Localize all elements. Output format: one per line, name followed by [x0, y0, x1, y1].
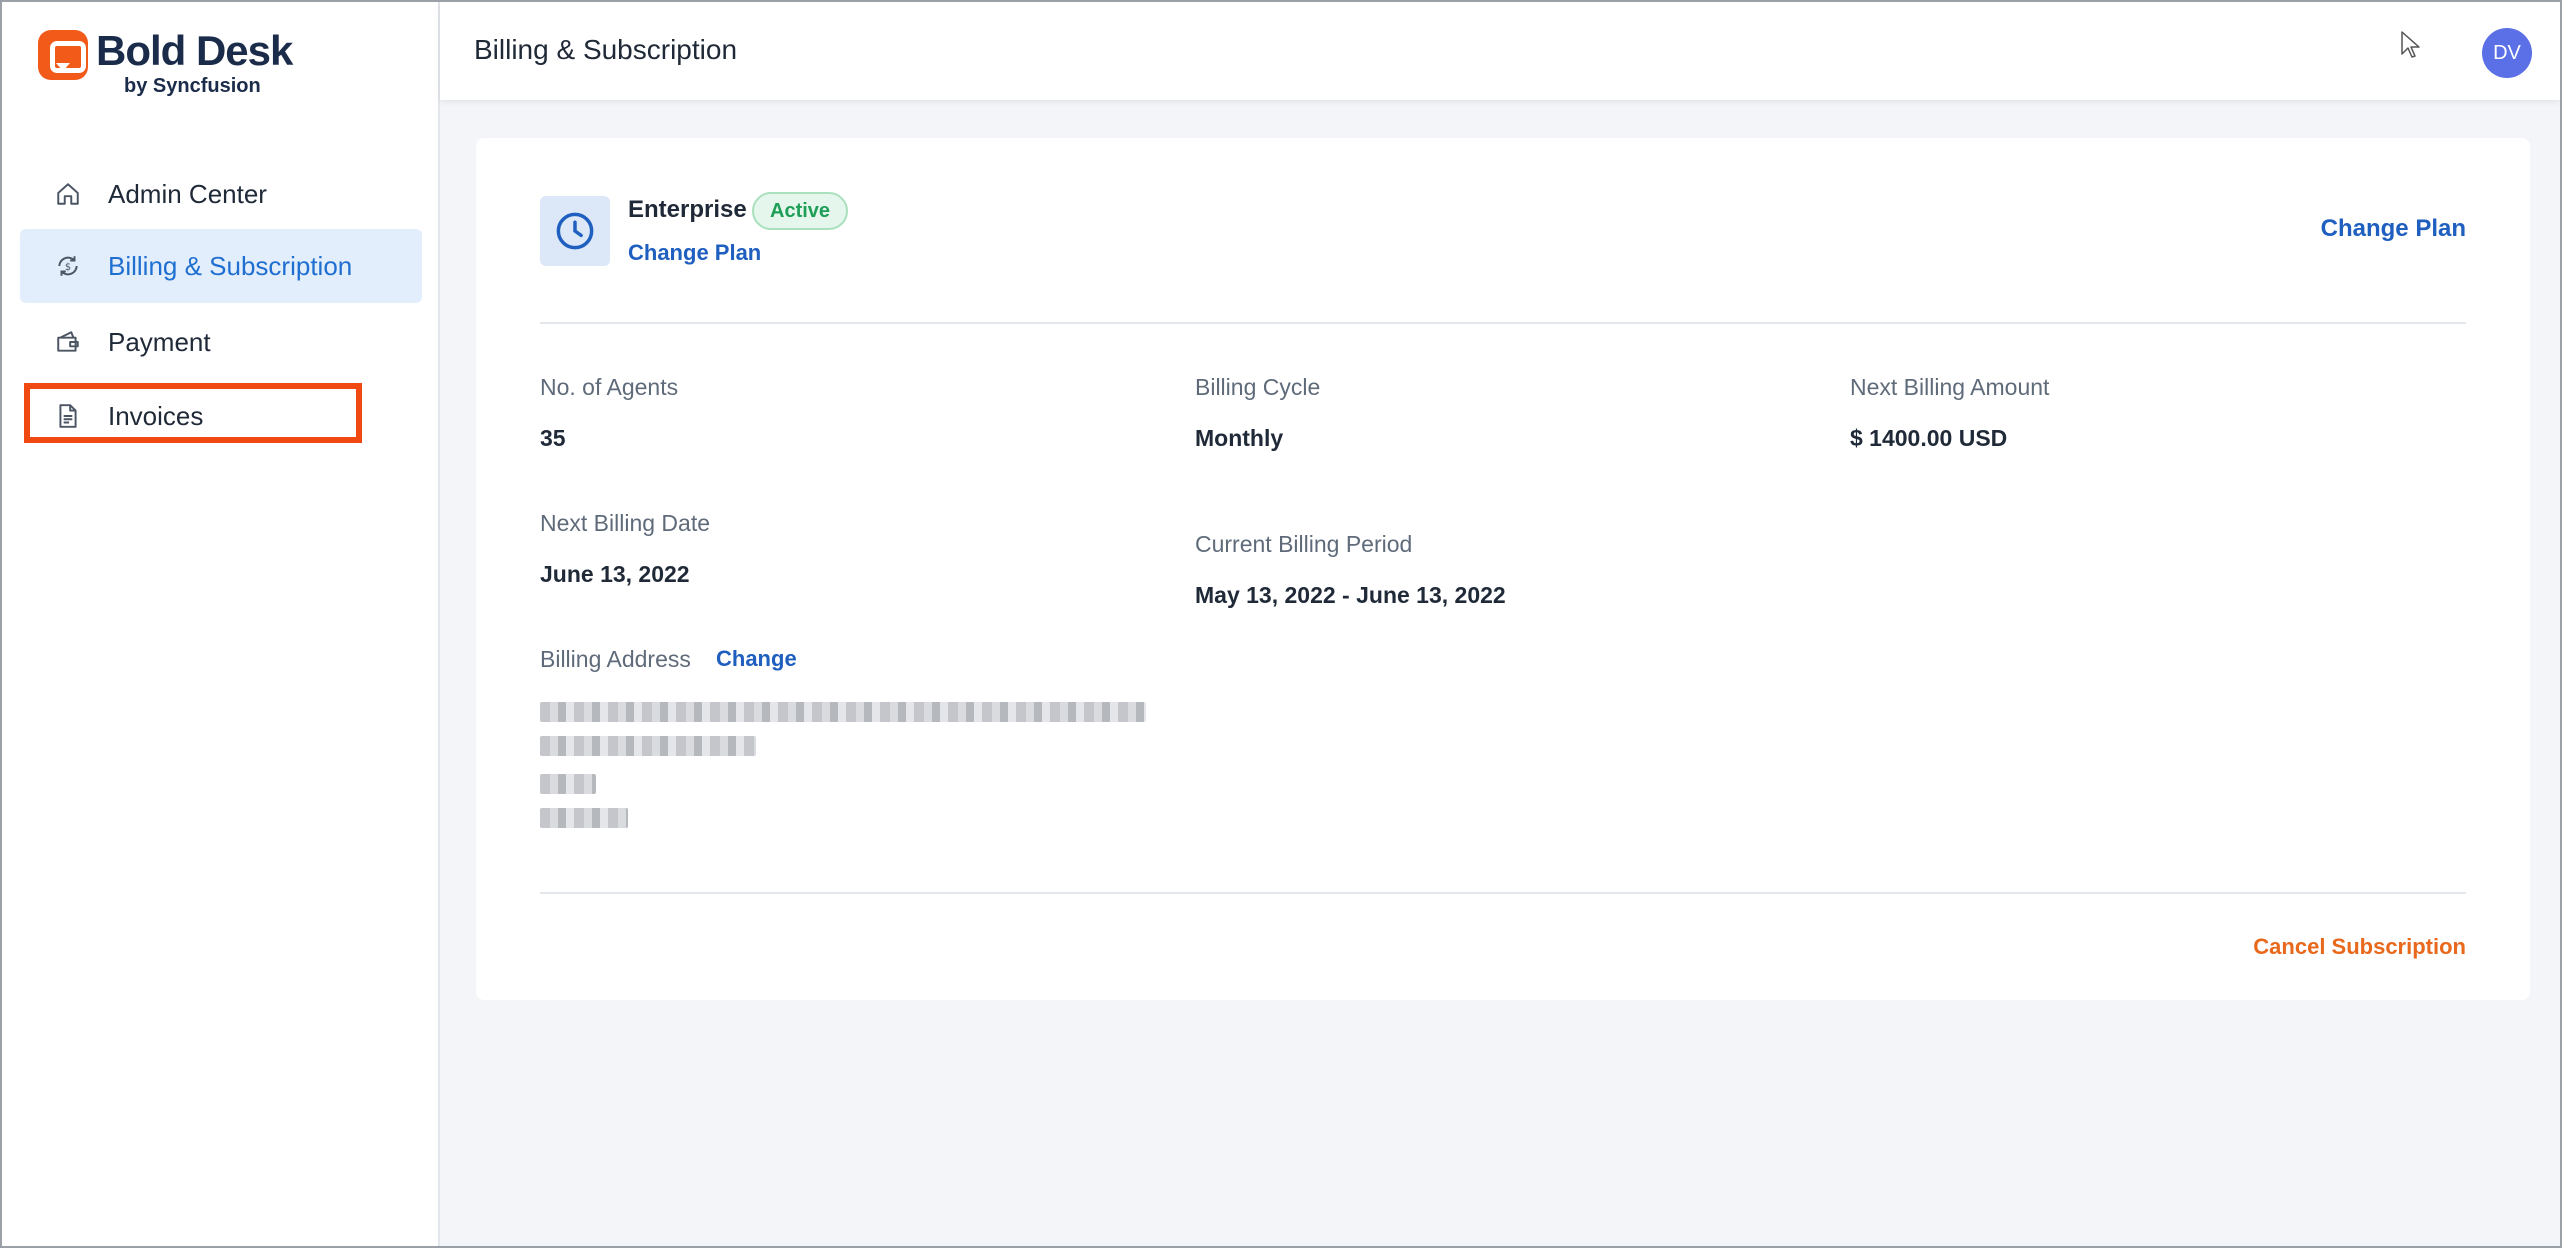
sidebar: Bold Desk by Syncfusion Admin Center $ B…	[2, 2, 440, 1246]
current-billing-period-label: Current Billing Period	[1195, 531, 1413, 557]
blurred-address-line	[540, 736, 756, 756]
app-window: Bold Desk by Syncfusion Admin Center $ B…	[0, 0, 2562, 1248]
blurred-address-line	[540, 808, 628, 828]
user-avatar[interactable]: DV	[2482, 28, 2532, 78]
mouse-cursor-icon	[2401, 31, 2420, 58]
sidebar-item-payment[interactable]: Payment	[20, 305, 422, 379]
svg-text:$: $	[65, 262, 71, 273]
billing-address-label: Billing Address	[540, 646, 691, 672]
bolddesk-logo-icon	[38, 30, 88, 80]
status-badge: Active	[752, 192, 849, 230]
page-title: Billing & Subscription	[474, 34, 738, 65]
sidebar-item-label: Admin Center	[108, 178, 267, 209]
invoices-highlight-box	[24, 383, 362, 443]
blurred-address-line	[540, 774, 596, 794]
agents-value: 35	[540, 425, 566, 451]
next-billing-date-value: June 13, 2022	[540, 561, 690, 587]
current-billing-period-value: May 13, 2022 - June 13, 2022	[1195, 582, 1506, 608]
next-billing-amount-label: Next Billing Amount	[1850, 374, 2050, 400]
next-billing-date-label: Next Billing Date	[540, 510, 711, 536]
brand-logo[interactable]: Bold Desk by Syncfusion	[38, 27, 293, 98]
subscription-card: Enterprise Active Change Plan Change Pla…	[476, 138, 2530, 1000]
wallet-icon	[54, 328, 82, 356]
brand-sub: by Syncfusion	[124, 75, 261, 97]
next-billing-amount-value: $ 1400.00 USD	[1850, 425, 2008, 451]
cancel-subscription-button[interactable]: Cancel Subscription	[2253, 934, 2466, 960]
billing-icon: $	[54, 252, 82, 280]
divider	[540, 322, 2466, 324]
clock-icon	[540, 196, 610, 266]
divider	[540, 892, 2466, 894]
blurred-address-line	[540, 702, 1146, 722]
home-icon	[54, 180, 82, 208]
brand-name: Bold Desk	[96, 27, 293, 74]
billing-cycle-label: Billing Cycle	[1195, 374, 1321, 400]
sidebar-item-billing-subscription[interactable]: $ Billing & Subscription	[20, 229, 422, 303]
top-header: Billing & Subscription DV	[440, 2, 2560, 100]
agents-label: No. of Agents	[540, 374, 679, 400]
plan-name: Enterprise	[628, 196, 747, 223]
sidebar-item-label: Billing & Subscription	[108, 250, 353, 281]
billing-address-change-link[interactable]: Change	[716, 646, 797, 672]
change-plan-button[interactable]: Change Plan	[2321, 215, 2466, 243]
change-plan-link[interactable]: Change Plan	[628, 240, 761, 266]
sidebar-item-admin-center[interactable]: Admin Center	[20, 157, 422, 231]
billing-cycle-value: Monthly	[1195, 425, 1284, 451]
sidebar-item-label: Payment	[108, 326, 211, 357]
